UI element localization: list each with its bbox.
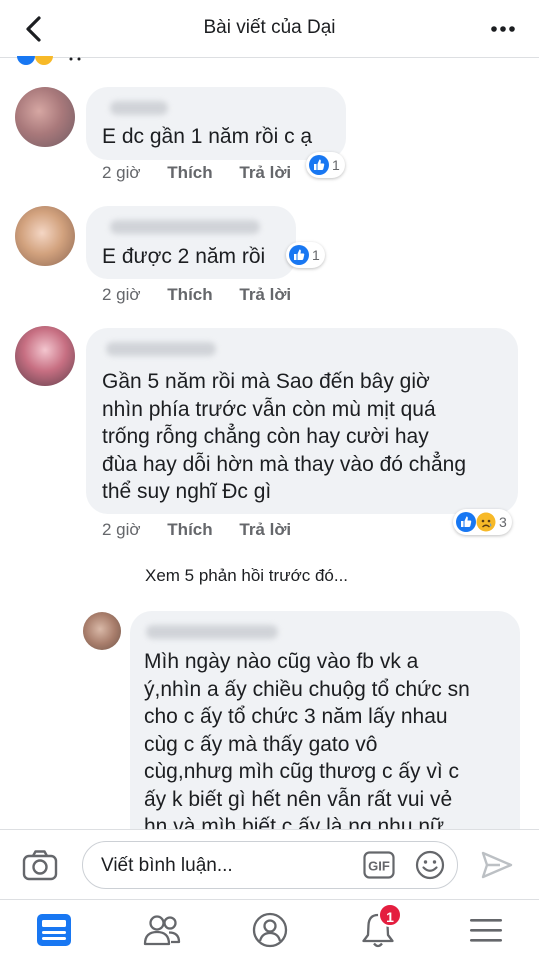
reply-text-line: ấy k biết gì hết nên vẫn rất vui vẻ [144, 787, 453, 811]
comment-text: E dc gần 1 năm rồi c ạ [102, 125, 313, 148]
comment-text: E được 2 năm rồi [102, 245, 266, 268]
comment-actions: 2 giờ Thích Trả lời [102, 285, 291, 305]
avatar[interactable] [15, 206, 75, 266]
reaction-summary[interactable]: 1 [286, 242, 325, 268]
reply-button[interactable]: Trả lời [239, 520, 291, 540]
notification-badge: 1 [378, 903, 402, 927]
comment-text-line: Gần 5 năm rồi mà Sao đến bây giờ [102, 370, 430, 393]
gif-label: GIF [368, 859, 390, 874]
gif-icon[interactable]: GIF [363, 851, 395, 879]
reply-button[interactable]: Trả lời [239, 163, 291, 183]
like-comment-button[interactable]: Thích [167, 163, 212, 183]
commenter-name-blurred[interactable] [106, 342, 216, 356]
camera-icon[interactable] [22, 849, 58, 881]
page-title: Bài viết của Dại [203, 17, 336, 38]
like-comment-button[interactable]: Thích [167, 285, 212, 305]
comment-actions: 2 giờ Thích Trả lời [102, 520, 291, 540]
comment-time: 2 giờ [102, 285, 141, 304]
bottom-navigation: 1 [0, 899, 539, 960]
sad-icon [476, 512, 496, 532]
like-icon [456, 512, 476, 532]
comment-text-line: thể suy nghĩ Đc gì [102, 480, 272, 503]
commenter-name-blurred[interactable] [110, 101, 168, 115]
comment-bubble: Gần 5 năm rồi mà Sao đến bây giờ nhìn ph… [86, 328, 518, 514]
comment-time: 2 giờ [102, 520, 141, 539]
reply-text-line: Mìh ngày nào cũg vào fb vk a [144, 650, 419, 673]
comment-text-line: trống rỗng chẳng còn hay cười hay [102, 425, 429, 448]
reaction-count: 1 [332, 157, 340, 173]
view-previous-replies-link[interactable]: Xem 5 phản hồi trước đó... [145, 566, 348, 586]
profile-icon[interactable] [250, 911, 290, 949]
reply-text-line: cho c ấy tổ chức 3 năm lấy nhau [144, 705, 448, 728]
emoji-icon[interactable] [415, 850, 445, 880]
reply-text-line: cùg,nhưg mìh cũg thươg c ấy vì c [144, 760, 460, 783]
comment-time: 2 giờ [102, 163, 141, 182]
friends-icon[interactable] [142, 911, 182, 949]
reaction-count: 3 [499, 514, 507, 530]
commenter-name-blurred[interactable] [146, 625, 278, 639]
menu-icon[interactable] [466, 911, 506, 949]
avatar[interactable] [15, 87, 75, 147]
comment-text-line: đùa hay dỗi hờn mà thay vào đó chẳng [102, 452, 467, 476]
reply-bubble: Mìh ngày nào cũg vào fb vk a ý,nhìn a ấy… [130, 611, 520, 851]
send-icon[interactable] [480, 850, 514, 880]
comment-input[interactable]: Viết bình luận... GIF [82, 841, 458, 889]
like-icon [289, 245, 309, 265]
reaction-summary[interactable]: 1 [306, 152, 345, 178]
reaction-count: 1 [312, 247, 320, 263]
like-icon [309, 155, 329, 175]
commenter-name-blurred[interactable] [110, 220, 260, 234]
comment-actions: 2 giờ Thích Trả lời [102, 163, 291, 183]
comment-text-line: nhìn phía trước vẫn còn mù mịt quá [102, 397, 436, 421]
comment-input-placeholder: Viết bình luận... [101, 855, 233, 876]
comment-composer: Viết bình luận... GIF [0, 829, 539, 899]
reaction-summary[interactable]: 3 [453, 509, 512, 535]
header-bar: Bài viết của Dại [0, 0, 539, 58]
avatar[interactable] [15, 326, 75, 386]
reply-button[interactable]: Trả lời [239, 285, 291, 305]
previous-reactions-peek-icon [17, 56, 81, 65]
reply-text-line: ý,nhìn a ấy chiều chuộg tổ chức sn [144, 677, 470, 701]
news-feed-icon[interactable] [34, 911, 74, 949]
notifications-tab[interactable]: 1 [358, 903, 402, 949]
comment-bubble: E dc gần 1 năm rồi c ạ [86, 87, 346, 160]
like-comment-button[interactable]: Thích [167, 520, 212, 540]
more-options-icon[interactable] [489, 18, 517, 40]
comment-bubble: E được 2 năm rồi [86, 206, 296, 279]
reply-text-line: cùg c ấy mà thấy gato vô [144, 732, 378, 756]
avatar[interactable] [83, 612, 121, 650]
